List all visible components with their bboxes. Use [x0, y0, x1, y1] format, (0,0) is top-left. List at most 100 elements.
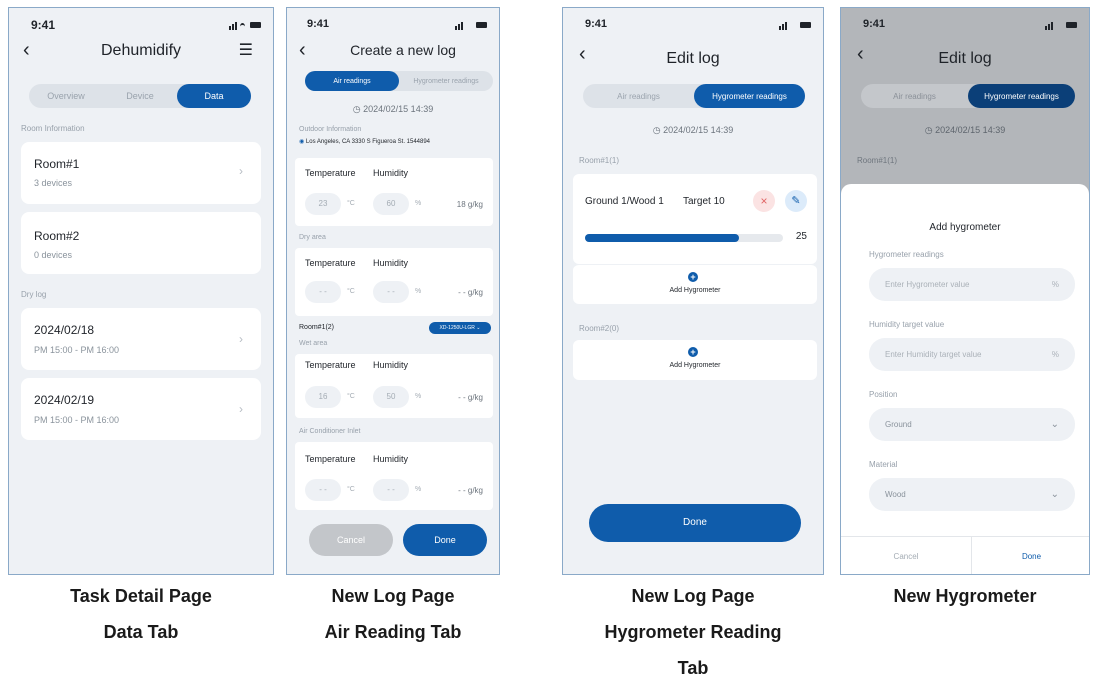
absolute-humidity: - - g/kg — [458, 393, 483, 402]
chevron-right-icon: › — [239, 332, 243, 346]
caption-line: New Log Page — [631, 586, 755, 606]
signal-wifi-battery-icon — [229, 20, 261, 30]
caption-screen2: New Log Page Air Reading Tab — [286, 578, 500, 650]
absolute-humidity: - - g/kg — [458, 486, 483, 495]
done-button[interactable]: Done — [972, 552, 1089, 561]
chevron-down-icon: ⌄ — [1050, 489, 1059, 500]
tab-data[interactable]: Data — [177, 84, 251, 108]
log-card[interactable]: 2024/02/19 PM 15:00 - PM 16:00 › — [21, 378, 261, 440]
tab-bar: Overview Device Data — [29, 84, 251, 108]
tab-overview[interactable]: Overview — [29, 84, 103, 108]
tab-device[interactable]: Device — [103, 84, 177, 108]
add-hygrometer-button[interactable]: + Add Hygrometer — [573, 264, 817, 304]
section-room-information: Room Information — [21, 124, 85, 133]
log-datetime: ◷ 2024/02/15 14:39 — [841, 125, 1089, 136]
tab-air-readings[interactable]: Air readings — [305, 71, 399, 91]
new-log-air-screen: 9:41 ‹ Create a new log Air readings Hyg… — [286, 7, 500, 575]
add-hygrometer-label: Add Hygrometer — [669, 287, 721, 294]
status-time: 9:41 — [31, 18, 56, 32]
section-outdoor: Outdoor Information — [299, 126, 362, 133]
page-title: Edit log — [666, 50, 720, 67]
humidity-unit: % — [415, 393, 422, 400]
outdoor-address: ◉ Los Angeles, CA 3330 S Figueroa St. 15… — [299, 138, 430, 145]
humidity-label: Humidity — [373, 360, 409, 370]
temperature-unit: °C — [347, 393, 355, 400]
nav-bar: ‹ Edit log — [841, 38, 1089, 68]
bottom-sheet: Add hygrometer Hygrometer readings Enter… — [841, 184, 1089, 574]
humidity-unit: % — [415, 288, 422, 295]
tab-hygrometer-readings[interactable]: Hygrometer readings — [694, 84, 805, 108]
log-card[interactable]: 2024/02/18 PM 15:00 - PM 16:00 › — [21, 308, 261, 370]
clock-icon: ◷ — [652, 125, 661, 135]
caption-screen4: New Hygrometer — [840, 578, 1090, 614]
section-room2: Room#2(0) — [579, 324, 620, 333]
temperature-label: Temperature — [305, 360, 356, 370]
position-select[interactable]: Ground ⌄ — [869, 408, 1075, 441]
cancel-button[interactable]: Cancel — [841, 552, 971, 561]
log-datetime: ◷ 2024/02/15 14:39 — [563, 125, 823, 136]
humidity-input[interactable]: 60 — [373, 193, 409, 215]
menu-icon[interactable]: ☰ — [239, 40, 253, 60]
done-button[interactable]: Done — [403, 524, 487, 556]
add-hygrometer-button[interactable]: + Add Hygrometer — [573, 340, 817, 380]
caption-line: Task Detail Page — [70, 586, 212, 606]
humidity-input[interactable]: 50 — [373, 386, 409, 408]
section-wet-area: Wet area — [299, 340, 328, 347]
material-select[interactable]: Wood ⌄ — [869, 478, 1075, 511]
chevron-right-icon: › — [239, 402, 243, 416]
caption-line: New Log Page — [331, 586, 455, 606]
edit-icon[interactable]: ✎ — [785, 190, 807, 212]
position-value: Ground — [885, 420, 912, 429]
signal-wifi-battery-icon — [779, 20, 811, 30]
page-title: Dehumidify — [100, 42, 182, 59]
room-card[interactable]: Room#2 0 devices — [21, 212, 261, 274]
hygrometer-name: Ground 1/Wood 1 — [585, 196, 664, 207]
room-card[interactable]: Room#1 3 devices › — [21, 142, 261, 204]
status-bar: 9:41 — [287, 18, 499, 32]
tab-air-readings[interactable]: Air readings — [861, 84, 968, 108]
room-devices: 3 devices — [34, 178, 73, 188]
humidity-input[interactable]: - - — [373, 479, 409, 501]
humidity-input[interactable]: - - — [373, 281, 409, 303]
temperature-input[interactable]: 23 — [305, 193, 341, 215]
reading-card-wet-area: Temperature Humidity 16 °C 50 % - - g/kg — [295, 354, 493, 418]
sheet-title: Add hygrometer — [929, 222, 1001, 233]
humidity-target-input[interactable]: Enter Humidity target value % — [869, 338, 1075, 371]
tab-bar: Air readings Hygrometer readings — [305, 71, 493, 91]
material-value: Wood — [885, 490, 906, 499]
reading-card-dry-area: Temperature Humidity - - °C - - % - - g/… — [295, 248, 493, 316]
temperature-unit: °C — [347, 288, 355, 295]
temperature-unit: °C — [347, 200, 355, 207]
readings-unit: % — [1051, 280, 1059, 289]
caption-line: Tab — [677, 658, 709, 678]
tab-bar: Air readings Hygrometer readings — [861, 84, 1075, 108]
humidity-label: Humidity — [373, 168, 409, 178]
status-bar: 9:41 — [841, 18, 1089, 32]
page-title: Edit log — [938, 50, 992, 67]
caption-line: Hygrometer Reading — [604, 622, 782, 642]
add-hygrometer-label: Add Hygrometer — [669, 362, 721, 369]
hygrometer-readings-input[interactable]: Enter Hygrometer value % — [869, 268, 1075, 301]
caption-screen3: New Log Page Hygrometer Reading Tab — [562, 578, 824, 685]
temperature-input[interactable]: - - — [305, 479, 341, 501]
humidity-unit: % — [415, 486, 422, 493]
tab-hygrometer-readings[interactable]: Hygrometer readings — [968, 84, 1075, 108]
tab-air-readings[interactable]: Air readings — [583, 84, 694, 108]
cancel-button[interactable]: Cancel — [309, 524, 393, 556]
section-room1: Room#1(1) — [857, 156, 898, 165]
location-pin-icon: ◉ — [299, 139, 305, 145]
reading-card-ac-inlet: Temperature Humidity - - °C - - % - - g/… — [295, 442, 493, 510]
readings-label: Hygrometer readings — [869, 250, 944, 259]
edit-log-hygrometer-screen: 9:41 ‹ Edit log Air readings Hygrometer … — [562, 7, 824, 575]
temperature-input[interactable]: 16 — [305, 386, 341, 408]
tab-hygrometer-readings[interactable]: Hygrometer readings — [399, 71, 493, 91]
temperature-input[interactable]: - - — [305, 281, 341, 303]
done-button[interactable]: Done — [589, 504, 801, 542]
delete-icon[interactable]: × — [753, 190, 775, 212]
humidity-label: Humidity — [373, 258, 409, 268]
device-dropdown[interactable]: XD-1250U-LGR ⌄ — [429, 322, 491, 334]
progress-fill — [585, 234, 740, 242]
room-name: Room#1 — [34, 157, 80, 171]
signal-wifi-battery-icon — [1045, 20, 1077, 30]
target-label: Humidity target value — [869, 320, 945, 329]
